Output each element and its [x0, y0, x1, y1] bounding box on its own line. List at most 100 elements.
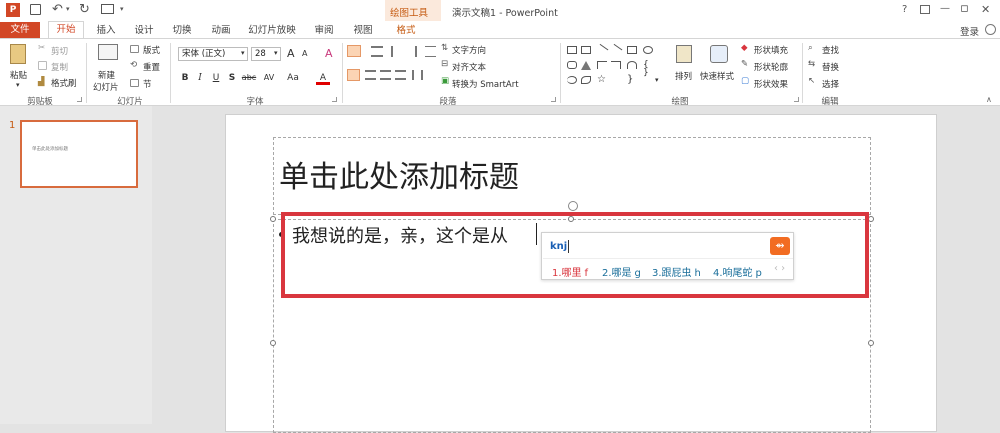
- smartart-icon[interactable]: ▣: [441, 76, 449, 86]
- format-painter-button[interactable]: 格式刷: [51, 77, 77, 89]
- underline-button[interactable]: U: [209, 71, 223, 85]
- text-shadow-button[interactable]: S: [225, 71, 239, 85]
- align-left-icon[interactable]: [347, 69, 360, 81]
- ime-candidate[interactable]: 4.响尾蛇 p: [713, 264, 762, 279]
- clipboard-dialog-launcher-icon[interactable]: [77, 97, 82, 102]
- paste-dropdown-icon[interactable]: ▾: [16, 81, 20, 89]
- bold-button[interactable]: B: [178, 71, 192, 85]
- collapse-ribbon-icon[interactable]: ∧: [986, 95, 992, 104]
- new-slide-icon[interactable]: [98, 44, 118, 60]
- freeform-shape-icon[interactable]: [581, 76, 591, 84]
- character-spacing-button[interactable]: AV: [261, 71, 277, 85]
- copy-icon[interactable]: [38, 61, 47, 70]
- tab-animations[interactable]: 动画: [203, 23, 239, 38]
- rounded-rect-shape-icon[interactable]: [567, 61, 577, 69]
- ime-candidate[interactable]: 3.跟屁虫 h: [652, 264, 701, 279]
- layout-icon[interactable]: [130, 45, 139, 53]
- user-avatar-icon[interactable]: [985, 24, 996, 35]
- maximize-button[interactable]: ▫: [960, 1, 969, 16]
- arrange-icon[interactable]: [676, 45, 692, 63]
- numbering-icon[interactable]: [371, 46, 383, 57]
- tab-format[interactable]: 格式: [388, 23, 424, 38]
- brace-right-shape-icon[interactable]: }: [627, 75, 637, 85]
- font-dialog-launcher-icon[interactable]: [332, 97, 337, 102]
- slide-thumbnail[interactable]: 单击此处添加标题: [20, 120, 138, 188]
- align-text-button[interactable]: 对齐文本: [452, 61, 486, 73]
- customize-qat-icon[interactable]: ▾: [120, 5, 124, 13]
- reset-button[interactable]: 重置: [143, 61, 160, 73]
- triangle-shape-icon[interactable]: [581, 61, 591, 70]
- tab-view[interactable]: 视图: [345, 23, 381, 38]
- undo-icon[interactable]: ↶: [52, 2, 63, 17]
- brace-shape-icon[interactable]: { }: [643, 61, 653, 78]
- shape-outline-button[interactable]: 形状轮廓: [754, 61, 788, 73]
- shape-fill-button[interactable]: 形状填充: [754, 44, 788, 56]
- decrease-indent-icon[interactable]: [391, 46, 402, 57]
- curve-shape-icon[interactable]: [627, 61, 637, 69]
- align-right-icon[interactable]: [380, 70, 391, 80]
- paragraph-dialog-launcher-icon[interactable]: [551, 97, 556, 102]
- tab-slideshow[interactable]: 幻灯片放映: [240, 23, 304, 38]
- arc-shape-icon[interactable]: [567, 76, 577, 84]
- font-color-button[interactable]: A: [316, 71, 330, 85]
- rect-outline-shape-icon[interactable]: [627, 46, 637, 54]
- undo-dropdown-icon[interactable]: ▾: [66, 5, 70, 13]
- text-direction-button[interactable]: 文字方向: [452, 44, 486, 56]
- bullets-icon[interactable]: [347, 45, 361, 57]
- font-name-dropdown[interactable]: 宋体 (正文): [178, 47, 248, 61]
- find-icon[interactable]: ⌕: [808, 43, 813, 53]
- italic-button[interactable]: I: [193, 71, 207, 85]
- shape-effects-icon[interactable]: ▢: [741, 76, 749, 86]
- ribbon-display-options-icon[interactable]: [920, 5, 930, 14]
- save-icon[interactable]: [30, 4, 41, 15]
- replace-icon[interactable]: ⇆: [808, 59, 815, 69]
- line-spacing-icon[interactable]: [425, 46, 436, 57]
- font-size-dropdown-icon[interactable]: ▾: [274, 49, 278, 57]
- cut-button[interactable]: 剪切: [51, 45, 68, 57]
- convert-to-smartart-button[interactable]: 转换为 SmartArt: [452, 78, 519, 90]
- shapes-gallery[interactable]: { } ☆ } ▾: [565, 43, 667, 89]
- tab-file[interactable]: 文件: [0, 22, 40, 38]
- connector-shape-icon[interactable]: [597, 61, 607, 69]
- shape-outline-icon[interactable]: ✎: [741, 59, 748, 69]
- paste-button[interactable]: 粘贴: [10, 69, 27, 81]
- layout-button[interactable]: 版式: [143, 44, 160, 56]
- rectangle-shape-icon[interactable]: [567, 46, 577, 54]
- ime-page-arrows-icon[interactable]: ‹ ›: [774, 263, 785, 274]
- ime-candidate[interactable]: 2.哪是 g: [602, 264, 641, 279]
- paste-icon[interactable]: [10, 44, 26, 64]
- quick-styles-icon[interactable]: [710, 45, 728, 63]
- slide-title[interactable]: 单击此处添加标题: [279, 152, 519, 196]
- rotation-handle[interactable]: [568, 201, 578, 211]
- find-button[interactable]: 查找: [822, 44, 839, 56]
- arrange-button[interactable]: 排列: [675, 70, 692, 82]
- redo-icon[interactable]: ↻: [79, 2, 90, 17]
- elbow-connector-shape-icon[interactable]: [611, 61, 621, 69]
- star-shape-icon[interactable]: ☆: [597, 75, 607, 85]
- select-button[interactable]: 选择: [822, 78, 839, 90]
- gallery-more-icon[interactable]: ▾: [655, 76, 665, 84]
- tab-review[interactable]: 审阅: [306, 23, 342, 38]
- replace-button[interactable]: 替换: [822, 61, 839, 73]
- clear-formatting-button[interactable]: A: [325, 47, 333, 60]
- tab-transitions[interactable]: 切换: [164, 23, 200, 38]
- oval-shape-icon[interactable]: [643, 46, 653, 54]
- cut-icon[interactable]: ✂: [38, 43, 45, 53]
- increase-indent-icon[interactable]: [406, 46, 417, 57]
- shrink-font-button[interactable]: A: [302, 49, 307, 58]
- minimize-button[interactable]: —: [940, 3, 950, 14]
- copy-button[interactable]: 复制: [51, 61, 68, 73]
- select-icon[interactable]: ↖: [808, 76, 815, 86]
- new-slide-button[interactable]: 新建: [98, 69, 115, 81]
- line-shape-icon[interactable]: [595, 43, 609, 57]
- help-button[interactable]: ?: [902, 4, 907, 15]
- reset-icon[interactable]: ⟲: [130, 60, 137, 70]
- shape-fill-icon[interactable]: ◆: [741, 43, 748, 53]
- justify-icon[interactable]: [395, 70, 406, 80]
- change-case-button[interactable]: Aa: [285, 71, 301, 85]
- resize-handle[interactable]: [270, 216, 276, 222]
- new-slide-button-line2[interactable]: 幻灯片: [93, 81, 119, 93]
- tab-insert[interactable]: 插入: [88, 23, 124, 38]
- ime-candidate[interactable]: 1.哪里 f: [552, 264, 588, 279]
- sign-in-link[interactable]: 登录: [960, 24, 979, 38]
